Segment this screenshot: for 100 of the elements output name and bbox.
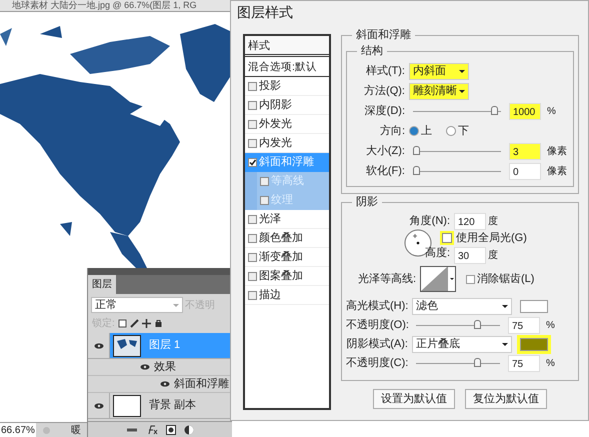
checkbox[interactable] bbox=[248, 120, 257, 128]
style-list-item[interactable]: 投影 bbox=[245, 77, 329, 96]
dropdown[interactable]: 内斜面 bbox=[409, 62, 469, 80]
checkbox[interactable] bbox=[248, 272, 257, 280]
lock-icon bbox=[154, 318, 163, 328]
eye-icon bbox=[94, 402, 104, 408]
layer-thumbnail bbox=[113, 394, 141, 416]
dialog-button[interactable]: 设置为默认值 bbox=[373, 389, 455, 409]
slider-thumb[interactable] bbox=[413, 146, 420, 155]
caret-icon bbox=[502, 304, 508, 308]
checkbox[interactable] bbox=[260, 196, 269, 205]
slider[interactable] bbox=[416, 320, 500, 330]
layer-thumbnail bbox=[113, 334, 141, 356]
slider[interactable] bbox=[416, 358, 500, 368]
input-field[interactable]: 0 bbox=[509, 162, 541, 180]
checkbox[interactable] bbox=[248, 290, 257, 300]
checkbox[interactable] bbox=[260, 177, 269, 186]
dropdown[interactable]: 雕刻清晰 bbox=[409, 82, 469, 100]
dropdown[interactable]: 滤色 bbox=[412, 298, 512, 314]
group-title: 阴影 bbox=[352, 195, 382, 209]
link-icon bbox=[126, 426, 138, 434]
dialog-button[interactable]: 复位为默认值 bbox=[465, 389, 547, 409]
unit-label: % bbox=[546, 318, 555, 332]
panel-tab[interactable]: 图层 bbox=[88, 275, 116, 294]
unit-label: 度 bbox=[488, 248, 498, 262]
mask-icon bbox=[166, 424, 176, 434]
style-list-item[interactable]: 光泽 bbox=[245, 210, 329, 229]
caret-icon bbox=[459, 70, 465, 72]
slider-thumb[interactable] bbox=[474, 358, 481, 367]
checkbox[interactable] bbox=[248, 214, 257, 224]
input-field[interactable]: 120 bbox=[454, 212, 486, 230]
input-field[interactable]: 30 bbox=[454, 246, 486, 264]
caret-icon bbox=[459, 90, 465, 92]
layer-row[interactable]: 背景 副本 bbox=[110, 393, 232, 418]
input-field[interactable]: 3 bbox=[509, 142, 541, 160]
style-list-item[interactable]: 渐变叠加 bbox=[245, 248, 329, 267]
contour-thumbnail bbox=[421, 267, 447, 291]
checkbox[interactable] bbox=[248, 138, 257, 148]
status-icon bbox=[42, 426, 51, 434]
input-field[interactable]: 75 bbox=[508, 354, 540, 372]
style-list-item[interactable]: 图案叠加 bbox=[245, 267, 329, 286]
fx-icon bbox=[146, 424, 158, 434]
dropdown[interactable]: 正片叠底 bbox=[412, 336, 512, 352]
radio-option[interactable]: 上 bbox=[409, 122, 432, 140]
lock-pixels-icon bbox=[118, 318, 127, 328]
move-icon bbox=[142, 318, 151, 328]
field-label: 阴影模式(A): bbox=[346, 336, 408, 352]
style-list-item[interactable]: 混合选项:默认 bbox=[245, 57, 329, 77]
layer-effect-label: 斜面和浮雕 bbox=[174, 376, 229, 392]
window-title: 地球素材 大陆分一地.jpg @ 66.7%(图层 1, RG bbox=[12, 0, 197, 11]
field-label: 大小(Z): bbox=[364, 144, 405, 159]
unit-label: 像素 bbox=[547, 164, 567, 178]
field-label: 角度(N): bbox=[410, 214, 450, 229]
checkbox-option[interactable]: 使用全局光(G) bbox=[440, 230, 527, 246]
input-field[interactable]: 1000 bbox=[509, 102, 541, 120]
unit-label: % bbox=[547, 104, 556, 118]
field-label: 不透明度(C): bbox=[346, 356, 408, 371]
unit-label: 度 bbox=[488, 214, 498, 228]
contour-picker[interactable] bbox=[420, 266, 456, 292]
zoom-level: 66.67% bbox=[0, 422, 36, 437]
layer-effect-label: 效果 bbox=[154, 360, 176, 375]
slider-thumb[interactable] bbox=[413, 166, 420, 175]
slider[interactable] bbox=[413, 166, 501, 176]
slider[interactable] bbox=[413, 146, 501, 156]
unit-label: % bbox=[546, 356, 555, 370]
brush-icon bbox=[130, 318, 139, 328]
style-list-item[interactable]: 外发光 bbox=[245, 115, 329, 134]
style-list-item[interactable]: 颜色叠加 bbox=[245, 229, 329, 248]
field-label: 高度: bbox=[424, 246, 450, 261]
caret-icon bbox=[502, 342, 508, 346]
field-label: 深度(D): bbox=[364, 104, 405, 119]
eye-icon bbox=[94, 342, 104, 348]
checkbox[interactable] bbox=[248, 82, 257, 90]
group-title: 结构 bbox=[357, 44, 387, 58]
caret-icon bbox=[173, 304, 179, 306]
checkbox-option[interactable]: 消除锯齿(L) bbox=[466, 270, 534, 288]
slider[interactable] bbox=[413, 106, 501, 116]
status-text: 暖 bbox=[70, 424, 81, 437]
style-list-item[interactable]: 描边 bbox=[245, 286, 329, 305]
style-list-item[interactable]: 内阴影 bbox=[245, 96, 329, 115]
field-label: 方法(Q): bbox=[363, 84, 405, 99]
unit-label: 像素 bbox=[547, 144, 567, 158]
list-header: 样式 bbox=[245, 36, 329, 57]
slider-thumb[interactable] bbox=[474, 320, 481, 329]
field-label: 不透明度(O): bbox=[346, 318, 408, 333]
checkbox[interactable] bbox=[248, 252, 257, 262]
field-label: 样式(T): bbox=[364, 64, 405, 79]
field-label: 方向: bbox=[378, 124, 405, 139]
field-label: 光泽等高线: bbox=[356, 272, 416, 287]
adjustment-icon bbox=[184, 424, 194, 434]
color-swatch[interactable] bbox=[520, 300, 548, 312]
slider-thumb[interactable] bbox=[490, 106, 498, 115]
checkbox[interactable] bbox=[248, 234, 257, 242]
field-label: 高光模式(H): bbox=[346, 298, 408, 314]
radio-option[interactable]: 下 bbox=[446, 122, 469, 140]
eye-icon bbox=[140, 364, 150, 370]
checkbox[interactable] bbox=[248, 158, 257, 167]
input-field[interactable]: 75 bbox=[508, 316, 540, 334]
blend-mode-dropdown[interactable]: 正常 bbox=[91, 297, 183, 313]
checkbox[interactable] bbox=[248, 100, 257, 110]
